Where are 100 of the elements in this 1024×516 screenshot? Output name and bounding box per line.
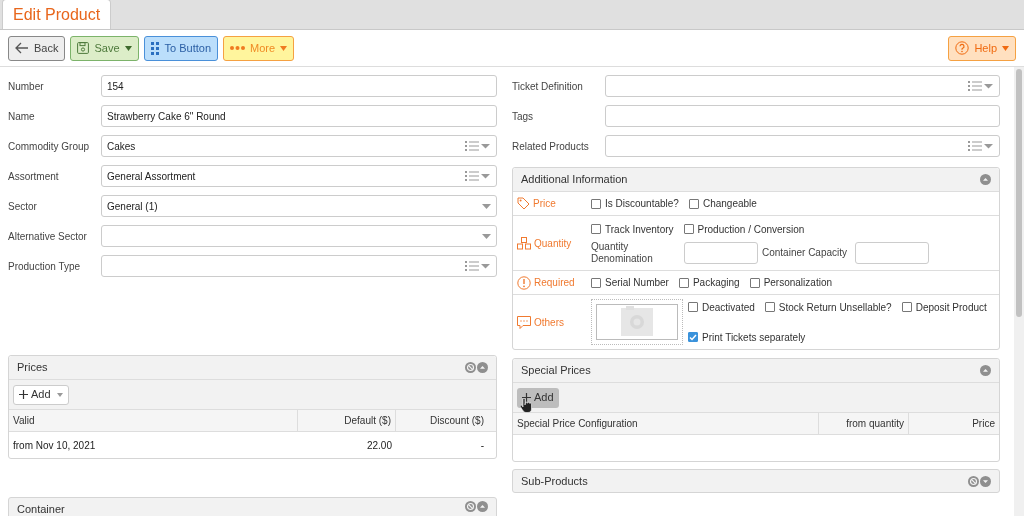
- checkbox[interactable]: [688, 198, 699, 209]
- panel-title: Container: [17, 502, 65, 516]
- dropdown-field[interactable]: [605, 135, 1000, 157]
- exclamation-icon: [517, 275, 531, 290]
- field-label: Related Products: [512, 140, 590, 154]
- checkmark-icon: [689, 333, 697, 341]
- ellipsis-icon: [230, 46, 246, 50]
- column-header[interactable]: Price: [909, 413, 999, 434]
- checkbox[interactable]: [688, 332, 698, 342]
- section-label: Others: [534, 315, 564, 330]
- checkbox-label: Is Discountable?: [605, 197, 679, 211]
- question-icon: [955, 41, 970, 55]
- column-header[interactable]: Default ($): [298, 410, 396, 431]
- column-header[interactable]: from quantity: [819, 413, 909, 434]
- checkbox[interactable]: [591, 277, 601, 288]
- dropdown-field[interactable]: [605, 75, 1000, 97]
- checkbox-label: Deposit Product: [915, 300, 987, 315]
- panel-header[interactable]: Additional Information: [513, 168, 999, 192]
- checkbox-label: Packaging: [692, 276, 740, 290]
- grid-dots-icon: [150, 41, 160, 55]
- field-label: Tags: [512, 110, 535, 124]
- plus-icon: [19, 390, 28, 399]
- field-label: Production Type: [8, 260, 82, 274]
- list-dropdown-icon: [465, 141, 491, 151]
- field-label: Ticket Definition: [512, 80, 584, 94]
- checkbox-label: Personalization: [763, 276, 832, 290]
- panel-header[interactable]: Special Prices: [513, 359, 999, 383]
- checkbox[interactable]: [591, 198, 601, 209]
- checkbox[interactable]: [678, 277, 689, 288]
- save-button[interactable]: Save: [70, 35, 139, 61]
- section-label: Quantity: [534, 236, 572, 251]
- checkbox-label: Serial Number: [605, 276, 669, 290]
- section-label: Price: [533, 197, 556, 211]
- table-cell-text: -: [479, 438, 485, 453]
- section-label: Required: [534, 276, 575, 290]
- caret-icon: [56, 392, 63, 397]
- dropdown-field[interactable]: [101, 225, 497, 247]
- tag-icon: [517, 197, 530, 210]
- speech-bubble-icon: [517, 315, 531, 329]
- caret-icon: [124, 45, 132, 51]
- caret-icon: [482, 203, 491, 209]
- back-button[interactable]: Back: [8, 35, 66, 61]
- panel-title: Sub-Products: [521, 473, 588, 489]
- disable-icon: [968, 475, 979, 487]
- dropdown-field[interactable]: General Assortment: [101, 165, 497, 187]
- checkbox[interactable]: [688, 302, 698, 312]
- checkbox-label: Stock Return Unsellable?: [778, 300, 892, 315]
- dropdown-field[interactable]: Cakes: [101, 135, 497, 157]
- image-placeholder-icon: [596, 304, 678, 340]
- input-field[interactable]: [684, 241, 758, 264]
- panel-header[interactable]: Sub-Products: [512, 469, 1000, 493]
- column-header[interactable]: Discount ($): [396, 410, 488, 431]
- add-button[interactable]: Add: [13, 384, 69, 405]
- input-field[interactable]: [855, 241, 929, 264]
- disable-icon: [465, 501, 476, 512]
- checkbox-label: Track Inventory: [605, 222, 674, 237]
- arrow-left-icon: [15, 42, 29, 54]
- checkbox[interactable]: [764, 302, 775, 312]
- panel-title: Special Prices: [521, 363, 591, 379]
- checkbox-label: Deactivated: [702, 300, 755, 315]
- checkbox-label: Production / Conversion: [697, 222, 805, 237]
- checkbox-label: Print Tickets separately: [702, 330, 806, 345]
- checkbox[interactable]: [901, 302, 912, 312]
- field-label: Quantity Denomination: [591, 240, 654, 265]
- input-field[interactable]: 154: [101, 75, 497, 97]
- column-header[interactable]: Special Price Configuration: [513, 413, 819, 434]
- input-field[interactable]: [605, 105, 1000, 127]
- scrollbar-thumb[interactable]: [1016, 69, 1022, 317]
- panel-header[interactable]: Prices: [9, 356, 496, 380]
- checkbox-label: Changeable: [702, 197, 757, 211]
- list-dropdown-icon: [968, 81, 994, 91]
- disable-icon: [465, 362, 476, 373]
- boxes-icon: [517, 236, 531, 250]
- dropdown-field[interactable]: General (1): [101, 195, 497, 217]
- caret-icon: [1002, 45, 1009, 51]
- plus-icon: [522, 393, 531, 402]
- field-label: Sector: [8, 200, 38, 214]
- field-label: Number: [8, 80, 45, 94]
- checkbox[interactable]: [749, 277, 760, 288]
- panel-title: Additional Information: [521, 172, 628, 188]
- field-label: Assortment: [8, 170, 60, 184]
- field-label: Alternative Sector: [8, 230, 88, 244]
- caret-icon: [280, 45, 288, 51]
- input-field[interactable]: Strawberry Cake 6" Round: [101, 105, 497, 127]
- field-label: Container Capacity: [762, 246, 849, 259]
- column-header[interactable]: Valid: [9, 410, 298, 431]
- checkbox[interactable]: [683, 224, 694, 234]
- field-label: Commodity Group: [8, 140, 91, 154]
- table-cell-text: from Nov 10, 2021: [12, 438, 97, 453]
- dropdown-field[interactable]: [101, 255, 497, 277]
- to-button-button[interactable]: To Button: [143, 35, 219, 61]
- checkbox[interactable]: [591, 224, 601, 234]
- list-dropdown-icon: [465, 171, 491, 181]
- panel-title: Prices: [17, 360, 48, 376]
- list-dropdown-icon: [968, 141, 994, 151]
- caret-icon: [482, 233, 491, 239]
- panel-header[interactable]: Container: [8, 497, 497, 516]
- list-dropdown-icon: [465, 261, 491, 271]
- field-label: Name: [8, 110, 36, 124]
- table-cell-text: 22.00: [365, 438, 393, 453]
